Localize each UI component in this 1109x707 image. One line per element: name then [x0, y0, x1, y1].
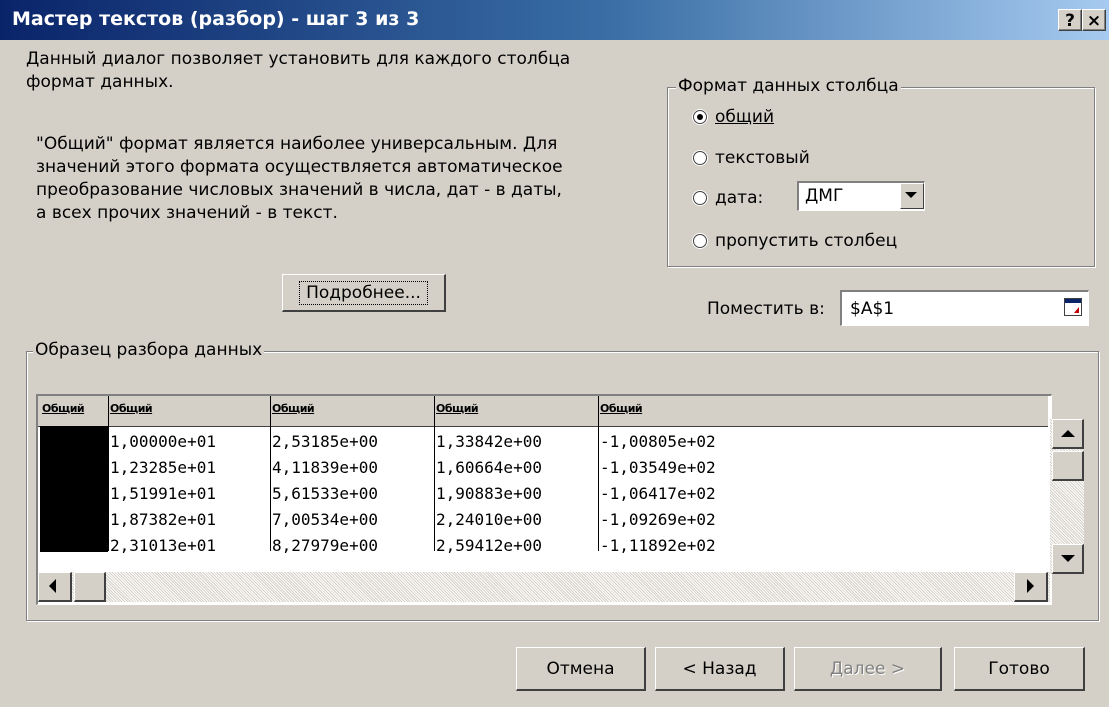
arrow-right-icon: [1027, 579, 1034, 593]
table-cell: -1,00805e+02: [600, 432, 716, 451]
format-detail-text: "Общий" формат является наиболее универс…: [36, 133, 656, 225]
table-cell: 7,00534e+00: [272, 510, 378, 529]
back-button-label: < Назад: [682, 658, 757, 679]
back-button[interactable]: < Назад: [655, 647, 785, 691]
selected-column[interactable]: [40, 426, 108, 552]
table-cell: 2,24010e+00: [436, 510, 542, 529]
radio-button-icon[interactable]: [693, 234, 707, 248]
table-cell: 1,90883e+00: [436, 484, 542, 503]
arrow-left-icon: [49, 579, 56, 593]
advanced-button[interactable]: Подробнее...: [282, 274, 446, 312]
window-title: Мастер текстов (разбор) - шаг 3 из 3: [12, 8, 420, 30]
column-format-group-label: Формат данных столбца: [676, 76, 901, 96]
vertical-scrollbar[interactable]: [1050, 419, 1084, 574]
description-text: Данный диалог позволяет установить для к…: [26, 48, 646, 94]
radio-general-label: общий: [715, 107, 774, 127]
table-cell: 1,60664e+00: [436, 458, 542, 477]
detail-line: значений этого формата осуществляется ав…: [36, 157, 563, 177]
collapse-dialog-icon[interactable]: [1064, 298, 1082, 316]
detail-line: преобразование числовых значений в числа…: [36, 180, 562, 200]
date-format-value: ДМГ: [805, 186, 844, 206]
dropdown-button[interactable]: [900, 183, 924, 209]
table-cell: 1,23285e+01: [110, 458, 216, 477]
radio-button-icon[interactable]: [693, 191, 707, 205]
column-divider: [434, 396, 435, 551]
arrow-up-icon: [1061, 430, 1075, 437]
destination-label: Поместить в:: [707, 299, 825, 319]
radio-button-icon[interactable]: [693, 151, 707, 165]
next-button[interactable]: Далее >: [794, 647, 942, 691]
table-cell: 5,61533e+00: [272, 484, 378, 503]
description-line: Данный диалог позволяет установить для к…: [26, 49, 571, 69]
radio-general[interactable]: общий: [693, 107, 774, 127]
scroll-left-button[interactable]: [38, 572, 72, 602]
title-bar[interactable]: Мастер текстов (разбор) - шаг 3 из 3 ? ×: [0, 0, 1109, 40]
table-cell: 2,59412e+00: [436, 536, 542, 555]
column-divider: [270, 396, 271, 551]
destination-value: $A$1: [850, 299, 895, 319]
scroll-down-button[interactable]: [1052, 544, 1084, 574]
destination-input[interactable]: $A$1: [840, 290, 1089, 326]
column-header[interactable]: Общий: [110, 402, 153, 415]
radio-button-checked-icon[interactable]: [693, 110, 707, 124]
column-header[interactable]: Общий: [600, 402, 643, 415]
table-cell: 1,87382e+01: [110, 510, 216, 529]
cancel-button-label: Отмена: [546, 658, 615, 679]
table-cell: -1,03549e+02: [600, 458, 716, 477]
table-cell: 1,00000e+01: [110, 432, 216, 451]
advanced-button-label: Подробнее...: [299, 280, 428, 305]
horizontal-scrollbar[interactable]: [38, 572, 1050, 602]
scroll-up-button[interactable]: [1052, 419, 1084, 449]
finish-button-label: Готово: [988, 658, 1050, 679]
scroll-right-button[interactable]: [1014, 572, 1048, 602]
table-cell: 4,11839e+00: [272, 458, 378, 477]
radio-date-label: дата:: [715, 188, 764, 208]
table-cell: -1,09269e+02: [600, 510, 716, 529]
table-cell: 1,33842e+00: [436, 432, 542, 451]
radio-skip-column-label: пропустить столбец: [715, 231, 898, 251]
radio-text-label: текстовый: [715, 148, 810, 168]
description-line: формат данных.: [26, 72, 174, 92]
table-cell: 2,53185e+00: [272, 432, 378, 451]
arrow-down-icon: [1061, 555, 1075, 562]
detail-line: "Общий" формат является наиболее универс…: [36, 134, 558, 154]
data-preview-group-label: Образец разбора данных: [33, 340, 265, 360]
table-cell: 8,27979e+00: [272, 536, 378, 555]
chevron-down-icon: [905, 192, 917, 198]
column-header[interactable]: Общий: [272, 402, 315, 415]
radio-skip-column[interactable]: пропустить столбец: [693, 231, 897, 251]
help-button[interactable]: ?: [1058, 9, 1082, 31]
radio-text[interactable]: текстовый: [693, 148, 810, 168]
preview-header-row: Общий Общий Общий Общий Общий: [38, 396, 1048, 427]
close-button[interactable]: ×: [1082, 9, 1106, 31]
text-import-wizard-dialog: Мастер текстов (разбор) - шаг 3 из 3 ? ×…: [0, 0, 1109, 707]
table-cell: 1,51991e+01: [110, 484, 216, 503]
detail-line: а всех прочих значений - в текст.: [36, 203, 338, 223]
finish-button[interactable]: Готово: [954, 647, 1085, 691]
column-header[interactable]: Общий: [42, 402, 85, 415]
table-cell: -1,06417e+02: [600, 484, 716, 503]
radio-date[interactable]: дата:: [693, 188, 763, 208]
scroll-thumb[interactable]: [1052, 451, 1084, 481]
column-divider: [108, 396, 109, 551]
scroll-thumb-horizontal[interactable]: [74, 572, 106, 602]
date-format-select[interactable]: ДМГ: [797, 181, 925, 211]
table-cell: -1,11892e+02: [600, 536, 716, 555]
cancel-button[interactable]: Отмена: [516, 647, 646, 691]
column-header[interactable]: Общий: [436, 402, 479, 415]
table-cell: 2,31013e+01: [110, 536, 216, 555]
column-divider: [598, 396, 599, 551]
next-button-label: Далее >: [829, 658, 906, 679]
